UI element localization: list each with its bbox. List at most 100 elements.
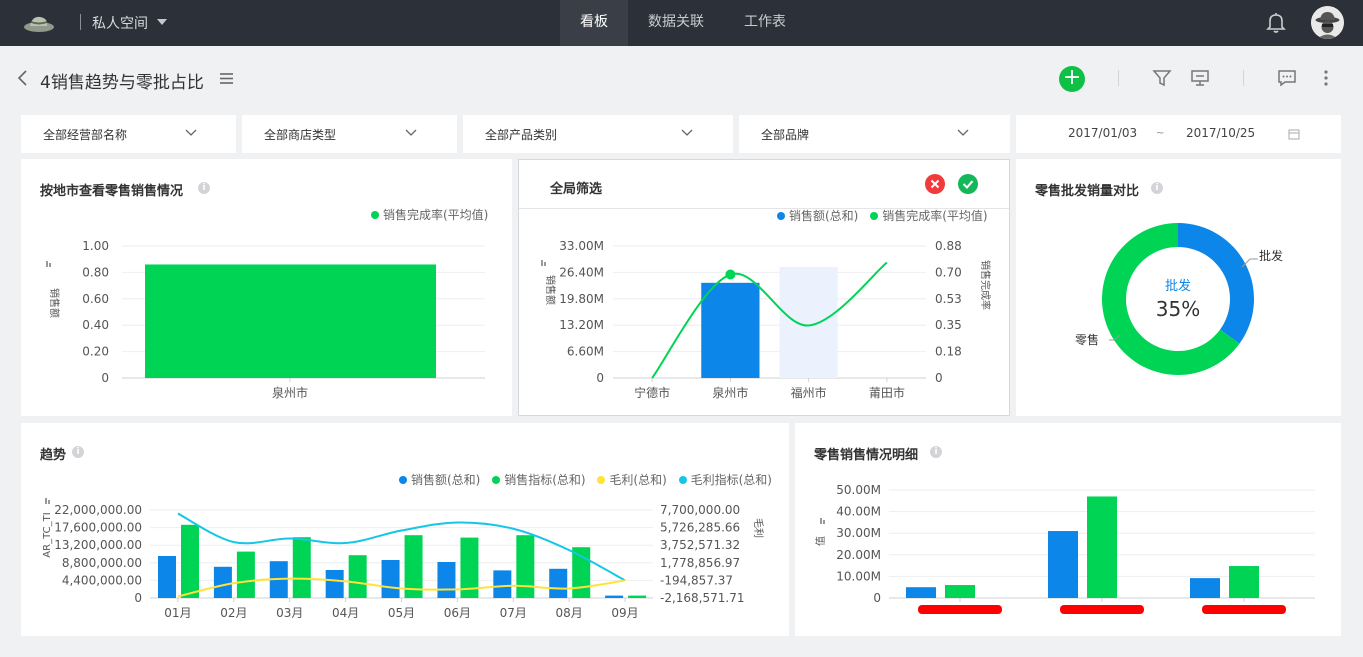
bar-series-1 bbox=[1190, 578, 1220, 598]
space-selector-label[interactable]: 私人空间 bbox=[92, 13, 148, 33]
chevron-down-icon bbox=[681, 129, 693, 136]
more-vertical-icon[interactable] bbox=[1316, 68, 1336, 88]
chevron-down-icon bbox=[185, 129, 197, 136]
y-tick-label: 26.40M bbox=[559, 265, 604, 279]
bar-sales-amount bbox=[549, 568, 568, 598]
add-chart-button[interactable]: + bbox=[1059, 66, 1085, 92]
page-title: 4销售趋势与零批占比 bbox=[40, 73, 204, 93]
donut-label-wholesale: 批发 bbox=[1259, 248, 1283, 263]
y-tick-label: 13,200,000.00 bbox=[54, 538, 142, 552]
axis-title: AR_TC_TI bbox=[42, 512, 53, 557]
dashboard-header: 4销售趋势与零批占比 + bbox=[0, 46, 1363, 110]
y2-tick-label: 0.35 bbox=[935, 318, 962, 332]
axis-type-icon bbox=[820, 518, 822, 524]
bar-series-2 bbox=[945, 585, 975, 598]
comment-icon[interactable] bbox=[1277, 68, 1297, 88]
y2-tick-label: -2,168,571.71 bbox=[660, 591, 745, 605]
presentation-icon[interactable] bbox=[1190, 68, 1210, 88]
date-end[interactable]: 2017/10/25 bbox=[1186, 126, 1255, 140]
y-tick-label: 0.80 bbox=[82, 265, 109, 279]
y-tick-label: 0.60 bbox=[82, 292, 109, 306]
y-tick-label: 0 bbox=[134, 591, 142, 605]
date-separator: ~ bbox=[1156, 128, 1165, 139]
y-tick-label: 50.00M bbox=[836, 483, 881, 497]
global-filter-chart: 33.00M 26.40M 19.80M 13.20M 6.60M 0 0.88 0.70 0.… bbox=[541, 239, 992, 400]
calendar-icon[interactable] bbox=[1288, 128, 1300, 140]
app-logo-icon[interactable] bbox=[22, 12, 56, 34]
x-tick-label: 泉州市 bbox=[712, 385, 748, 400]
axis-type-icon bbox=[49, 263, 51, 267]
y2-tick-label: 5,726,285.66 bbox=[660, 521, 740, 535]
filter-label: 全部产品类别 bbox=[485, 128, 558, 142]
axis-type-icon bbox=[48, 500, 50, 504]
axis-title: 毛利 bbox=[752, 518, 764, 538]
x-tick-label: 福州市 bbox=[791, 385, 827, 400]
bar-sales-target bbox=[572, 547, 591, 598]
donut-center-label: 批发 bbox=[1165, 278, 1191, 294]
bar-sales-target bbox=[348, 555, 367, 598]
bar-completion-rate bbox=[145, 264, 436, 378]
caret-down-icon[interactable] bbox=[157, 19, 167, 25]
highlight-band bbox=[779, 267, 838, 378]
filter-dropdown-department[interactable]: 全部经营部名称 bbox=[21, 115, 236, 153]
tab-worksheet[interactable]: 工作表 bbox=[730, 0, 800, 46]
avatar[interactable] bbox=[1311, 6, 1344, 39]
trend-chart: 22,000,000.00 17,600,000.00 13,200,000.00 8… bbox=[42, 498, 764, 620]
x-tick-label: 03月 bbox=[276, 606, 303, 620]
date-start[interactable]: 2017/01/03 bbox=[1068, 126, 1137, 140]
x-tick-label: 02月 bbox=[220, 606, 247, 620]
filter-dropdown-store-type[interactable]: 全部商店类型 bbox=[242, 115, 457, 153]
y-tick-label: 0 bbox=[873, 591, 881, 605]
chart-card-retail-wholesale-ratio[interactable]: 零售批发销量对比 i 批发 35% 批发 零售 bbox=[1016, 159, 1341, 416]
y-tick-label: 30.00M bbox=[836, 526, 881, 540]
bell-icon[interactable] bbox=[1264, 10, 1288, 34]
x-tick-label: 01月 bbox=[164, 606, 191, 620]
bar-sales-amount bbox=[701, 282, 760, 378]
redacted-label-mark bbox=[918, 605, 1002, 614]
y2-tick-label: -194,857.37 bbox=[660, 573, 733, 587]
y-tick-label: 6.60M bbox=[567, 345, 604, 359]
bar-series-1 bbox=[906, 587, 936, 598]
line-completion-rate bbox=[651, 261, 888, 379]
bar-sales-amount bbox=[605, 595, 624, 598]
city-sales-chart: 1.00 0.80 0.60 0.40 0.20 0 销售额泉州市 bbox=[46, 239, 485, 400]
y-tick-label: 17,600,000.00 bbox=[54, 521, 142, 535]
top-navigation-bar: 私人空间 看板 数据关联 工作表 bbox=[0, 0, 1363, 46]
chart-card-global-filter[interactable]: 全局筛选 销售额(总和) 销售完成率(平均值) 33.00M 26.40M 19.8… bbox=[518, 159, 1010, 416]
divider bbox=[1118, 70, 1119, 86]
y2-tick-label: 0.18 bbox=[935, 345, 962, 359]
x-tick-label: 05月 bbox=[388, 606, 415, 620]
x-tick-label: 08月 bbox=[556, 606, 583, 620]
filter-dropdown-product-category[interactable]: 全部产品类别 bbox=[463, 115, 733, 153]
y-tick-label: 1.00 bbox=[82, 239, 109, 253]
filter-dropdown-brand[interactable]: 全部品牌 bbox=[739, 115, 1010, 153]
y2-tick-label: 0.88 bbox=[935, 239, 962, 253]
axis-type-icon bbox=[541, 260, 543, 266]
y2-tick-label: 3,752,571.32 bbox=[660, 538, 740, 552]
date-range-picker[interactable]: 2017/01/03 ~ 2017/10/25 bbox=[1016, 115, 1341, 153]
axis-title: 销售完成率 bbox=[979, 260, 992, 310]
chart-card-city-sales[interactable]: 按地市查看零售销售情况 i 销售完成率(平均值) 1.00 0.80 0.60 0.4… bbox=[21, 159, 512, 416]
filter-icon[interactable] bbox=[1152, 68, 1172, 88]
y-tick-label: 0 bbox=[596, 371, 604, 385]
filter-label: 全部品牌 bbox=[761, 128, 810, 142]
y-tick-label: 0.20 bbox=[82, 345, 109, 359]
x-tick-label: 07月 bbox=[500, 606, 527, 620]
tab-data-association[interactable]: 数据关联 bbox=[636, 0, 716, 46]
chart-card-trend[interactable]: 趋势 i 销售额(总和) 销售指标(总和) 毛利(总和) 毛利指标(总和) 22… bbox=[21, 423, 789, 636]
line-point bbox=[725, 269, 736, 280]
bar-sales-target bbox=[181, 524, 199, 598]
axis-type-icon bbox=[823, 520, 825, 524]
chart-card-retail-detail[interactable]: 零售销售情况明细 i 50.00M 40.00M 30.00M 20.00M 10.00… bbox=[795, 423, 1341, 636]
x-tick-label: 04月 bbox=[332, 606, 359, 620]
tab-kanban[interactable]: 看板 bbox=[560, 0, 628, 46]
y2-tick-label: 7,700,000.00 bbox=[660, 503, 740, 517]
hamburger-menu-icon[interactable] bbox=[219, 72, 234, 85]
donut-label-retail: 零售 bbox=[1075, 332, 1099, 347]
filter-label: 全部经营部名称 bbox=[43, 128, 128, 142]
y2-tick-label: 0.70 bbox=[935, 265, 962, 279]
x-tick-label: 泉州市 bbox=[272, 385, 308, 400]
bar-series-2 bbox=[1087, 496, 1117, 598]
bar-sales-amount bbox=[493, 570, 512, 598]
back-arrow-icon[interactable] bbox=[16, 68, 30, 88]
